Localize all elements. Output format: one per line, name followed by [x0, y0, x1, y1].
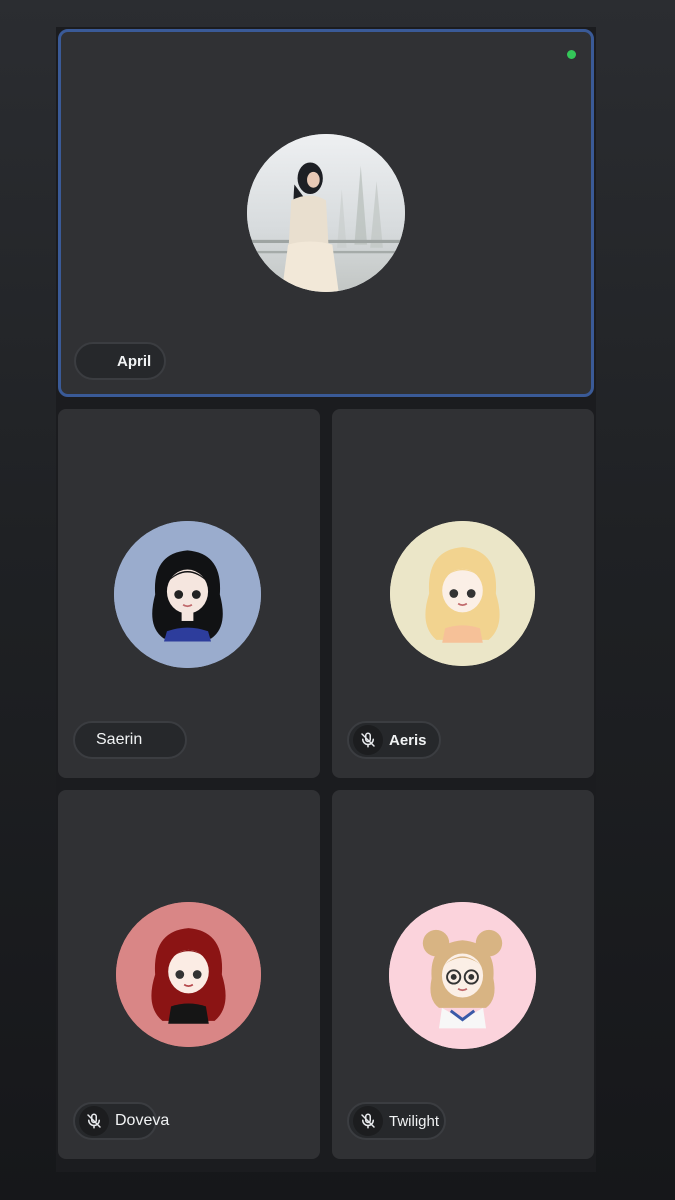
participant-name: Saerin — [96, 731, 143, 748]
participant-name: Twilight — [389, 1112, 440, 1130]
participant-name-pill: Aeris — [347, 721, 441, 759]
participant-name-pill: Twilight — [347, 1102, 446, 1140]
participant-name-pill: Doveva — [73, 1102, 169, 1140]
participant-name: Doveva — [115, 1112, 170, 1129]
participant-name: Aeris — [389, 731, 427, 749]
participant-tile[interactable]: Doveva — [58, 790, 320, 1159]
participant-tile[interactable]: Aeris — [332, 409, 594, 778]
participant-tile[interactable]: Saerin — [58, 409, 320, 778]
participant-tile-main[interactable]: April — [58, 29, 594, 397]
mic-off-icon — [353, 725, 383, 755]
participant-name-pill: April — [74, 342, 166, 380]
mic-off-icon — [79, 1106, 109, 1136]
photo-avatar — [247, 134, 405, 292]
participant-name: April — [117, 352, 152, 370]
cartoon-avatar-black-hair — [114, 521, 261, 668]
cartoon-avatar-bun-hair-glasses — [389, 902, 536, 1049]
cartoon-avatar-blonde-hair — [390, 521, 535, 666]
participant-name-pill: Saerin — [73, 721, 187, 759]
cartoon-avatar-red-hair — [116, 902, 261, 1047]
participant-tile[interactable]: Twilight — [332, 790, 594, 1159]
mic-off-icon — [353, 1106, 383, 1136]
speaking-indicator — [567, 50, 576, 59]
